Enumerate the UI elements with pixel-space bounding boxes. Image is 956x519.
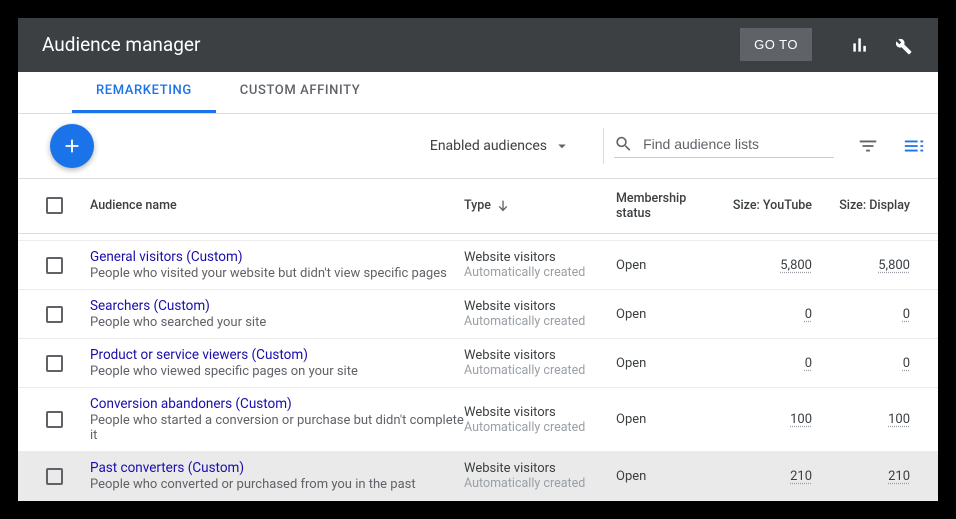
- row-checkbox[interactable]: [46, 355, 63, 372]
- table-header: Audience name Type Membership status Siz…: [18, 178, 938, 234]
- size-youtube: 100: [714, 412, 812, 427]
- truncated-row: [18, 234, 938, 241]
- col-header-display[interactable]: Size: Display: [812, 198, 910, 213]
- segment-icon[interactable]: [902, 134, 926, 158]
- row-checkbox[interactable]: [46, 257, 63, 274]
- tab-remarketing[interactable]: REMARKETING: [72, 72, 216, 113]
- audience-name-link[interactable]: Searchers (Custom): [90, 298, 464, 314]
- type-sub: Automatically created: [464, 420, 585, 435]
- status-cell: Open: [616, 412, 714, 427]
- search-input[interactable]: [643, 136, 834, 152]
- filter-icon[interactable]: [856, 134, 880, 158]
- audience-name-link[interactable]: Conversion abandoners (Custom): [90, 396, 464, 412]
- status-cell: Open: [616, 469, 714, 484]
- chevron-down-icon: [553, 137, 571, 155]
- enabled-audiences-dropdown[interactable]: Enabled audiences: [420, 137, 581, 155]
- type-main: Website visitors: [464, 348, 585, 363]
- status-cell: Open: [616, 258, 714, 273]
- col-header-youtube[interactable]: Size: YouTube: [714, 198, 812, 213]
- audience-desc: People who visited your website but didn…: [90, 266, 464, 281]
- type-sub: Automatically created: [464, 363, 585, 378]
- row-checkbox[interactable]: [46, 306, 63, 323]
- size-display: 100: [812, 412, 910, 427]
- type-main: Website visitors: [464, 299, 585, 314]
- divider: [603, 128, 604, 164]
- type-sub: Automatically created: [464, 265, 585, 280]
- audience-name-link[interactable]: Past converters (Custom): [90, 460, 464, 476]
- reports-icon[interactable]: [848, 33, 872, 57]
- col-header-status[interactable]: Membership status: [616, 191, 714, 221]
- page-title: Audience manager: [42, 33, 740, 56]
- type-main: Website visitors: [464, 405, 585, 420]
- table-row: Past converters (Custom)People who conve…: [18, 452, 938, 501]
- size-display: 0: [812, 356, 910, 371]
- add-button[interactable]: [50, 124, 94, 168]
- size-youtube: 210: [714, 469, 812, 484]
- table-row: General visitors (Custom)People who visi…: [18, 241, 938, 290]
- type-sub: Automatically created: [464, 314, 585, 329]
- table-row: Searchers (Custom)People who searched yo…: [18, 290, 938, 339]
- size-youtube: 0: [714, 356, 812, 371]
- audience-desc: People who converted or purchased from y…: [90, 477, 464, 492]
- type-sub: Automatically created: [464, 476, 585, 491]
- tabs: REMARKETINGCUSTOM AFFINITY: [18, 72, 938, 114]
- wrench-icon[interactable]: [890, 33, 914, 57]
- size-display: 5,800: [812, 258, 910, 273]
- size-youtube: 0: [714, 307, 812, 322]
- app-header: Audience manager GO TO: [18, 18, 938, 72]
- dropdown-label: Enabled audiences: [430, 138, 547, 154]
- audience-desc: People who viewed specific pages on your…: [90, 364, 464, 379]
- table-row: Conversion abandoners (Custom)People who…: [18, 388, 938, 452]
- col-header-name[interactable]: Audience name: [90, 198, 464, 213]
- audience-desc: People who searched your site: [90, 315, 464, 330]
- col-header-type[interactable]: Type: [464, 198, 616, 214]
- type-main: Website visitors: [464, 461, 585, 476]
- toolbar: Enabled audiences: [18, 114, 938, 178]
- tab-custom-affinity[interactable]: CUSTOM AFFINITY: [216, 72, 384, 113]
- size-display: 0: [812, 307, 910, 322]
- search-wrap: [614, 133, 834, 158]
- audience-name-link[interactable]: General visitors (Custom): [90, 249, 464, 265]
- select-all-checkbox[interactable]: [46, 197, 63, 214]
- row-checkbox[interactable]: [46, 411, 63, 428]
- goto-button[interactable]: GO TO: [740, 28, 812, 61]
- type-main: Website visitors: [464, 250, 585, 265]
- status-cell: Open: [616, 356, 714, 371]
- row-checkbox[interactable]: [46, 468, 63, 485]
- sort-down-icon: [495, 198, 511, 214]
- audience-name-link[interactable]: Product or service viewers (Custom): [90, 347, 464, 363]
- size-youtube: 5,800: [714, 258, 812, 273]
- status-cell: Open: [616, 307, 714, 322]
- search-icon: [614, 133, 633, 155]
- table-row: Product or service viewers (Custom)Peopl…: [18, 339, 938, 388]
- size-display: 210: [812, 469, 910, 484]
- audience-desc: People who started a conversion or purch…: [90, 413, 464, 443]
